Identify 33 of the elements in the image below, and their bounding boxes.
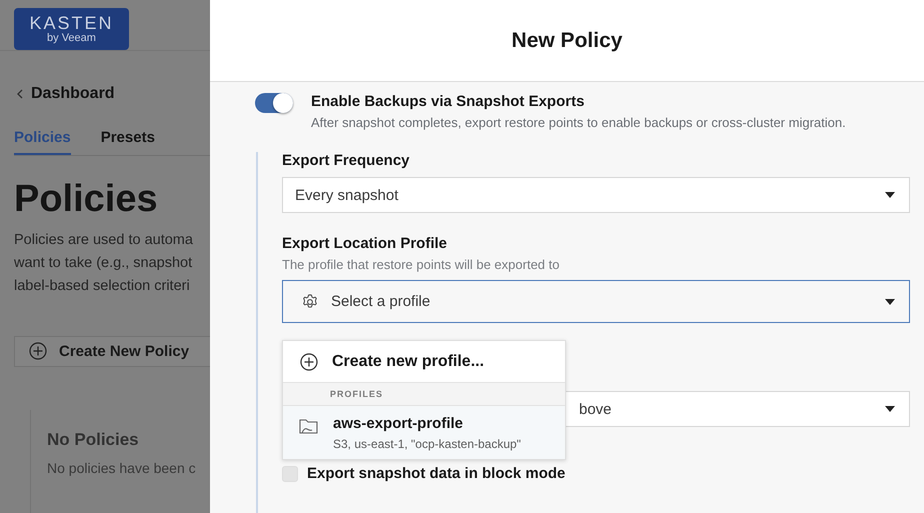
caret-down-icon bbox=[885, 192, 895, 198]
dropdown-field[interactable]: Select a profile bbox=[282, 280, 910, 323]
description-text: want to take (e.g., snapshot bbox=[14, 254, 194, 273]
field-label: Export Location Profile bbox=[282, 235, 448, 252]
menu-section-header: PROFILES bbox=[283, 383, 565, 406]
tab[interactable]: Presets bbox=[100, 129, 155, 155]
page-heading: Policies bbox=[14, 178, 159, 221]
profile-detail: S3, us-east-1, "ocp-kasten-backup" bbox=[333, 437, 521, 451]
create-policy-button[interactable]: Create New Policy bbox=[14, 336, 210, 367]
toggle-label: Enable Backups via Snapshot Exports bbox=[311, 93, 586, 110]
back-link[interactable]: Dashboard bbox=[31, 85, 115, 103]
settings-icon bbox=[301, 292, 319, 310]
description-text: label-based selection criteri bbox=[14, 277, 191, 296]
empty-state-title: No Policies bbox=[47, 430, 140, 450]
checkbox-label: Export snapshot data in block mode bbox=[307, 465, 566, 482]
caret-down-icon bbox=[885, 298, 895, 304]
field-help-text: The profile that restore points will be exported to bbox=[282, 257, 560, 272]
checkbox[interactable] bbox=[282, 466, 298, 482]
folder-icon bbox=[299, 417, 319, 435]
logo-subtext: by Veeam bbox=[47, 32, 96, 44]
caret-down-icon bbox=[885, 406, 895, 412]
toggle-switch[interactable] bbox=[255, 93, 293, 113]
drawer-title: New Policy bbox=[512, 28, 622, 52]
empty-state-text: No policies have been c bbox=[47, 460, 197, 476]
field-label: Export Frequency bbox=[282, 152, 411, 169]
toggle-description: After snapshot completes, export restore points to enable backups or cross-cluster migration. bbox=[311, 115, 846, 130]
plus-circle-icon bbox=[300, 352, 318, 370]
description-text: Policies are used to automa bbox=[14, 231, 194, 250]
logo-text: KASTEN bbox=[29, 14, 114, 32]
chevron-left-icon bbox=[16, 89, 23, 99]
menu-item[interactable]: aws-export-profile S3, us-east-1, "ocp-kasten-backup" bbox=[283, 406, 565, 459]
dropdown-field[interactable]: Every snapshot bbox=[282, 177, 910, 213]
plus-circle-icon bbox=[29, 342, 47, 360]
